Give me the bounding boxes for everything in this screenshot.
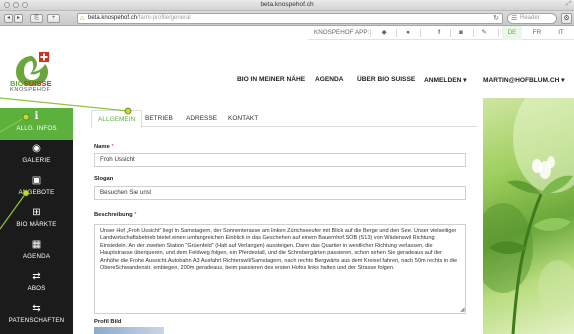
tab-betrieb[interactable]: BETRIEB: [139, 110, 179, 127]
share-button[interactable]: ⎘: [30, 14, 43, 23]
tab-allgemein[interactable]: ALLGEMEIN: [91, 110, 143, 128]
divider: [450, 29, 451, 37]
divider: [473, 29, 474, 37]
logo-subtitle: KNOSPEHOF: [10, 87, 51, 93]
site-icon: ⌂: [80, 15, 85, 22]
profile-image-label: Profil Bild: [94, 319, 122, 325]
fullscreen-icon[interactable]: ⤢: [566, 1, 571, 8]
window-title: beta.knospehof.ch: [260, 1, 314, 8]
settings-button[interactable]: ⚙: [561, 13, 572, 24]
address-bar[interactable]: ⌂ beta.knospehof.ch/farm-profile/general…: [77, 13, 503, 24]
slogan-field[interactable]: Besuchen Sie uns!: [94, 186, 466, 200]
calendar-icon: ▦: [31, 239, 42, 250]
sidebar-item-label: ALLG. INFOS: [16, 125, 57, 132]
divider: [396, 29, 397, 37]
gift-icon: ▣: [31, 175, 42, 186]
profile-tabs: ALLGEMEIN BETRIEB ADRESSE KONTAKT: [91, 110, 477, 128]
plant-illustration: [483, 98, 574, 334]
share-icon: ⎘: [34, 15, 39, 21]
reader-label: Reader: [520, 15, 540, 21]
divider: [370, 29, 371, 37]
sidebar-item-allg-infos[interactable]: i ALLG. INFOS: [0, 108, 73, 140]
add-bookmark-button[interactable]: +: [47, 14, 60, 23]
required-marker: *: [134, 212, 137, 218]
android-icon[interactable]: ◆: [378, 26, 390, 40]
nav-anmelden[interactable]: ANMELDEN ▾: [424, 76, 467, 84]
sidebar-item-bio-maerkte[interactable]: ⊞ BIO MÄRKTE: [0, 204, 73, 236]
nav-user-account[interactable]: MARTIN@HOFBLUM.CH ▾: [483, 76, 565, 84]
sidebar-item-label: PATENSCHAFTEN: [8, 317, 65, 324]
window-titlebar: beta.knospehof.ch ⤢: [0, 0, 574, 11]
sidebar-item-galerie[interactable]: ◉ GALERIE: [0, 140, 73, 172]
sidebar-item-label: AGENDA: [22, 253, 51, 260]
forward-button[interactable]: ▸: [14, 14, 23, 23]
app-label: KNOSPEHOF APP:: [314, 29, 370, 36]
name-field[interactable]: Froh Ussicht: [94, 153, 466, 167]
social-bar: KNOSPEHOF APP: ◆ ● f ◙ ✎ DE FR IT: [308, 26, 574, 40]
pinterest-icon[interactable]: ✎: [478, 26, 490, 40]
plus-icon: +: [51, 15, 56, 21]
sidebar-item-label: BIO MÄRKTE: [16, 221, 57, 228]
cart-icon: ⊞: [32, 207, 41, 218]
forward-arrow-icon: ▸: [16, 15, 20, 21]
sidebar-item-angebote[interactable]: ▣ ANGEBOTE: [0, 172, 73, 204]
nav-ueber-bio-suisse[interactable]: ÜBER BIO SUISSE: [357, 76, 415, 83]
lang-fr[interactable]: FR: [528, 26, 546, 40]
description-label-text: Beschreibung: [94, 212, 133, 218]
back-button[interactable]: ◂: [4, 14, 13, 23]
required-marker: *: [111, 144, 114, 150]
repeat-icon: ⇄: [32, 271, 41, 282]
reader-icon: ☰: [511, 15, 518, 22]
name-label: Name *: [94, 144, 114, 150]
apple-icon[interactable]: ●: [402, 26, 414, 40]
sidebar-item-agenda[interactable]: ▦ AGENDA: [0, 236, 73, 268]
description-label: Beschreibung *: [94, 212, 137, 218]
lang-de[interactable]: DE: [502, 26, 522, 40]
divider: [498, 29, 499, 37]
chevron-down-icon: ▾: [463, 77, 467, 84]
sidebar-item-abos[interactable]: ⇄ ABOS: [0, 268, 73, 300]
slogan-label: Slogan: [94, 176, 114, 182]
instagram-icon[interactable]: ◙: [455, 26, 467, 40]
url-host: beta.knospehof.ch: [88, 15, 138, 21]
nav-anmelden-label: ANMELDEN: [424, 77, 462, 84]
divider: [420, 29, 421, 37]
profile-image-preview[interactable]: [94, 327, 164, 334]
info-icon: i: [34, 111, 39, 122]
nav-user-label: MARTIN@HOFBLUM.CH: [483, 77, 560, 84]
chevron-down-icon: ▾: [561, 77, 565, 84]
sidebar-item-label: ABOS: [27, 285, 46, 292]
url-path: /farm-profile/general: [137, 15, 191, 21]
sidebar-item-patenschaften[interactable]: ⇆ PATENSCHAFTEN: [0, 300, 73, 332]
description-textarea[interactable]: Unser Hof „Froh Ussicht“ liegt in Samsta…: [94, 224, 466, 314]
gear-icon: ⚙: [563, 15, 570, 22]
name-label-text: Name: [94, 144, 110, 150]
nav-bio-in-meiner-naehe[interactable]: BIO IN MEINER NÄHE: [237, 76, 305, 83]
nav-agenda[interactable]: AGENDA: [315, 76, 344, 83]
decorative-plant-photo: [483, 98, 574, 334]
back-arrow-icon: ◂: [6, 15, 10, 21]
sidebar-item-label: GALERIE: [22, 157, 51, 164]
exchange-icon: ⇆: [32, 303, 41, 314]
reader-button[interactable]: ☰ Reader: [507, 13, 557, 24]
reload-icon[interactable]: ↻: [493, 14, 499, 23]
lang-it[interactable]: IT: [552, 26, 570, 40]
facebook-icon[interactable]: f: [434, 26, 444, 40]
tab-adresse[interactable]: ADRESSE: [180, 110, 223, 127]
sidebar-item-label: ANGEBOTE: [18, 189, 55, 196]
camera-icon: ◉: [32, 143, 41, 154]
tab-kontakt[interactable]: KONTAKT: [222, 110, 264, 127]
browser-toolbar: ◂ ▸ ⎘ + ⌂ beta.knospehof.ch/farm-profile…: [0, 11, 574, 26]
resize-grip-icon[interactable]: ◢: [460, 306, 465, 313]
profile-sidebar: i ALLG. INFOS ◉ GALERIE ▣ ANGEBOTE ⊞ BIO…: [0, 108, 73, 334]
